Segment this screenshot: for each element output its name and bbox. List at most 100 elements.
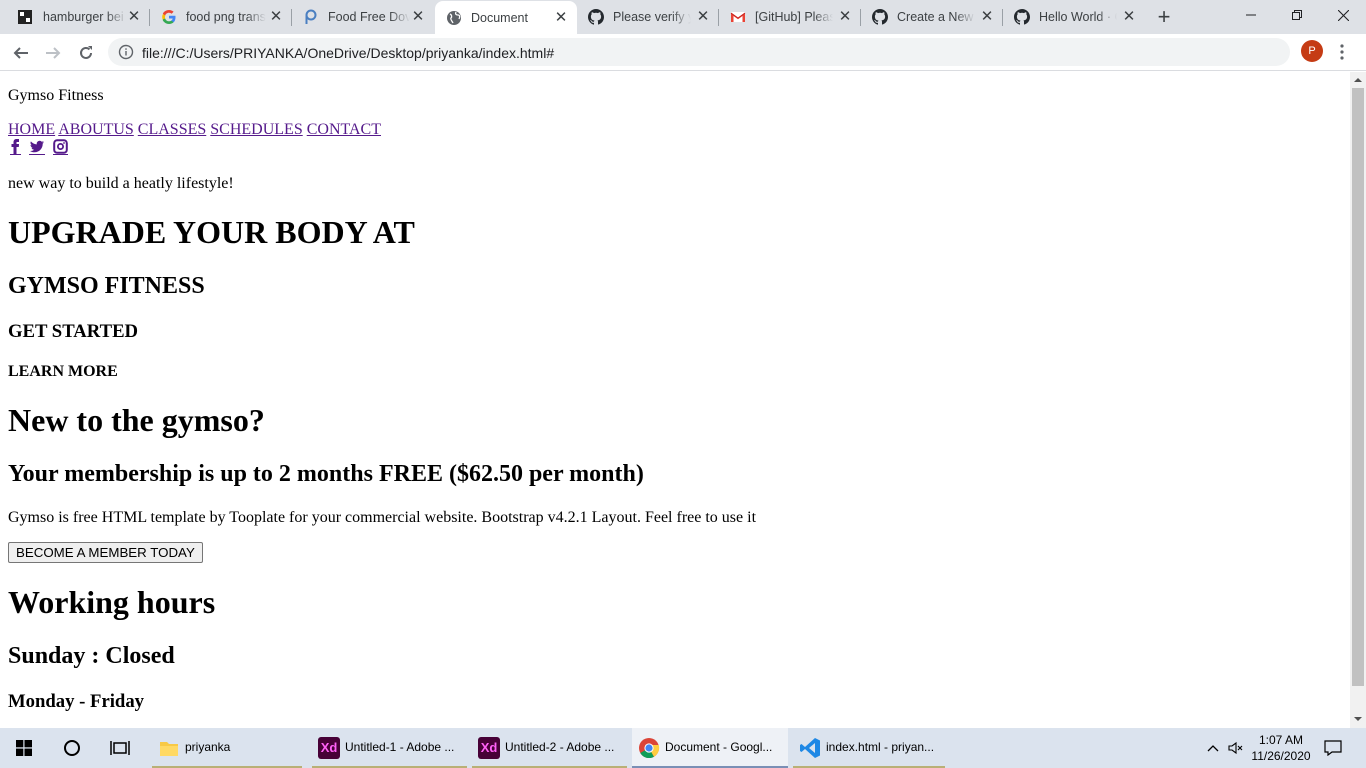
tab-title: Create a New R xyxy=(897,10,975,24)
twitter-icon xyxy=(29,140,45,155)
vscode-icon xyxy=(800,738,820,758)
volume-button[interactable] xyxy=(1226,728,1246,768)
hamburger-favicon-icon xyxy=(17,9,33,25)
taskbar-app-label: Untitled-1 - Adobe ... xyxy=(345,740,455,754)
taskbar-app-vscode[interactable]: index.html - priyan... xyxy=(793,728,945,768)
tab-food-free[interactable]: Food Free Dov ✕ xyxy=(292,0,434,34)
close-tab-icon[interactable]: ✕ xyxy=(837,9,853,25)
instagram-link[interactable] xyxy=(53,139,68,160)
sunday-hours: Sunday : Closed xyxy=(8,643,175,669)
tab-title: Document xyxy=(471,11,528,25)
taskbar-app-xd-1[interactable]: Xd Untitled-1 - Adobe ... xyxy=(312,728,467,768)
tab-title: hamburger bei xyxy=(43,10,124,24)
address-url[interactable]: file:///C:/Users/PRIYANKA/OneDrive/Deskt… xyxy=(142,45,554,61)
tab-create-new[interactable]: Create a New R ✕ xyxy=(861,0,1003,34)
new-tab-button[interactable]: + xyxy=(1154,6,1174,28)
page-scrollbar[interactable] xyxy=(1350,72,1366,728)
close-window-button[interactable] xyxy=(1320,0,1366,30)
reload-icon xyxy=(80,46,92,59)
address-bar[interactable]: file:///C:/Users/PRIYANKA/OneDrive/Deskt… xyxy=(108,38,1290,66)
close-tab-icon[interactable]: ✕ xyxy=(1121,9,1137,25)
reload-button[interactable] xyxy=(73,40,99,66)
volume-muted-icon xyxy=(1228,741,1243,755)
restore-button[interactable] xyxy=(1274,0,1320,30)
close-tab-icon[interactable]: ✕ xyxy=(126,9,142,25)
taskbar-app-chrome[interactable]: Document - Googl... xyxy=(632,728,788,768)
scroll-up-icon[interactable] xyxy=(1354,76,1362,84)
close-tab-icon[interactable]: ✕ xyxy=(553,10,569,26)
windows-taskbar: priyanka Xd Untitled-1 - Adobe ... Xd Un… xyxy=(0,728,1366,768)
nav-link-schedules[interactable]: SCHEDULES xyxy=(210,121,302,138)
twitter-link[interactable] xyxy=(29,139,45,160)
tagline: new way to build a heatly lifestyle! xyxy=(8,175,234,192)
github-icon xyxy=(588,9,604,25)
browser-toolbar: file:///C:/Users/PRIYANKA/OneDrive/Deskt… xyxy=(0,34,1366,71)
tab-hello-world[interactable]: Hello World · G ✕ xyxy=(1003,0,1145,34)
tab-github-please[interactable]: [GitHub] Please ✕ xyxy=(719,0,861,34)
cortana-circle-icon xyxy=(64,740,80,756)
taskbar-app-xd-2[interactable]: Xd Untitled-2 - Adobe ... xyxy=(472,728,627,768)
taskbar-app-label: Untitled-2 - Adobe ... xyxy=(505,740,615,754)
tab-document[interactable]: Document ✕ xyxy=(435,1,577,34)
close-tab-icon[interactable]: ✕ xyxy=(695,9,711,25)
arrow-right-icon xyxy=(46,47,61,59)
gmail-icon xyxy=(730,9,746,25)
search-button[interactable] xyxy=(48,728,96,768)
minimize-button[interactable] xyxy=(1228,0,1274,30)
nav-link-contact[interactable]: CONTACT xyxy=(307,121,381,138)
tab-hamburger[interactable]: hamburger bei ✕ xyxy=(0,0,150,34)
nav-link-aboutus[interactable]: ABOUTUS xyxy=(58,121,134,138)
chevron-up-icon xyxy=(1207,745,1219,752)
facebook-icon xyxy=(10,139,21,155)
close-tab-icon[interactable]: ✕ xyxy=(410,9,426,25)
membership-offer: Your membership is up to 2 months FREE (… xyxy=(8,461,644,487)
clock-time: 1:07 AM xyxy=(1258,733,1304,747)
about-description: Gymso is free HTML template by Tooplate … xyxy=(8,509,757,526)
action-center-button[interactable] xyxy=(1318,728,1348,768)
brand-name: Gymso Fitness xyxy=(8,87,104,104)
show-hidden-icons-button[interactable] xyxy=(1202,728,1224,768)
notification-icon xyxy=(1324,740,1342,756)
hero-subheading: GYMSO FITNESS xyxy=(8,273,205,299)
profile-avatar[interactable]: P xyxy=(1301,40,1323,62)
tab-food-png[interactable]: food png trans ✕ xyxy=(150,0,292,34)
restore-icon xyxy=(1292,10,1302,20)
kebab-menu-icon[interactable] xyxy=(1336,43,1348,61)
close-tab-icon[interactable]: ✕ xyxy=(268,9,284,25)
tab-title: Food Free Dov xyxy=(328,10,410,24)
close-icon xyxy=(1337,9,1349,21)
social-links xyxy=(8,139,72,157)
scroll-down-icon[interactable] xyxy=(1354,715,1362,723)
windows-logo-icon xyxy=(16,740,32,756)
tab-title: Hello World · G xyxy=(1039,10,1117,24)
nav-link-home[interactable]: HOME xyxy=(8,121,55,138)
working-hours-heading: Working hours xyxy=(8,584,216,620)
start-button[interactable] xyxy=(0,728,48,768)
close-tab-icon[interactable]: ✕ xyxy=(979,9,995,25)
github-icon xyxy=(1014,9,1030,25)
folder-icon xyxy=(160,742,178,756)
info-icon[interactable] xyxy=(118,44,134,60)
back-button[interactable] xyxy=(8,40,34,66)
tab-title: [GitHub] Please xyxy=(755,10,833,24)
chrome-icon xyxy=(639,738,660,759)
tab-please-verify[interactable]: Please verify yo ✕ xyxy=(577,0,719,34)
github-icon xyxy=(872,9,888,25)
facebook-link[interactable] xyxy=(10,139,21,160)
instagram-icon xyxy=(53,139,68,155)
become-member-button[interactable]: BECOME A MEMBER TODAY xyxy=(8,542,203,563)
tab-strip: hamburger bei ✕ food png trans ✕ Food Fr… xyxy=(0,0,1366,34)
globe-icon xyxy=(446,10,462,26)
adobe-xd-icon: Xd xyxy=(478,737,500,759)
system-clock[interactable]: 1:07 AM 11/26/2020 xyxy=(1250,732,1312,764)
task-view-button[interactable] xyxy=(96,728,144,768)
tab-title: food png trans xyxy=(186,10,266,24)
adobe-xd-icon: Xd xyxy=(318,737,340,759)
scrollbar-thumb[interactable] xyxy=(1352,88,1364,686)
nav-link-classes[interactable]: CLASSES xyxy=(138,121,206,138)
forward-button[interactable] xyxy=(40,40,66,66)
arrow-left-icon xyxy=(13,47,28,59)
taskbar-app-label: Document - Googl... xyxy=(665,740,773,754)
page-viewport: Gymso Fitness HOME ABOUTUS CLASSES SCHED… xyxy=(0,72,1350,728)
taskbar-app-explorer[interactable]: priyanka xyxy=(152,728,302,768)
